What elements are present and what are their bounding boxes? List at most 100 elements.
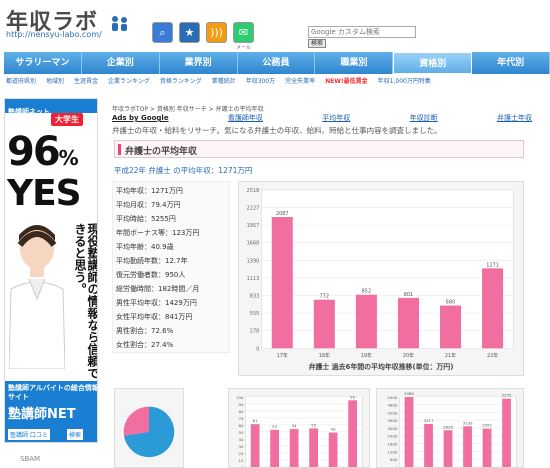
data-label: 49 [331, 427, 336, 432]
stat-row: 平均年収：1271万円 [116, 187, 183, 195]
y-tick-label: 3600 [387, 418, 397, 423]
nav-item[interactable]: サラリーマン [4, 52, 82, 74]
bar [271, 217, 293, 349]
salary-highlight: 平成22年 弁護士 の平均年収：1271万円 [114, 166, 253, 175]
sbam-label: SBAM [20, 455, 41, 463]
subnav-item[interactable]: 生涯賃金 [74, 76, 98, 88]
nav-item[interactable]: 企業別 [82, 52, 160, 74]
stat-row: 女性割合：27.4% [116, 341, 174, 349]
stat-row: 平均月収：79.4万円 [116, 201, 181, 209]
stat-row: 復元労働者数：950人 [116, 271, 186, 279]
subnav-item[interactable]: 年収1,000万円特集 [378, 76, 431, 88]
stat-row: 男性平均年収：1429万円 [116, 299, 197, 307]
data-label: 61 [253, 418, 258, 423]
person-image [9, 225, 65, 369]
subnav-item[interactable]: 企業ランキング [108, 76, 150, 88]
plot-area [260, 189, 514, 349]
nav-item[interactable]: 職業別 [315, 52, 394, 74]
y-tick-label: 20 [238, 451, 243, 456]
age-chart: 10090807060504030201006153 54 554995 [228, 388, 370, 468]
intro-text: 弁護士の年収・給料をリサーチ。気になる弁護士の年収、給料、時給と仕事内容を調査し… [112, 126, 442, 135]
x-tick-label: 18年 [319, 352, 330, 359]
subnav-item[interactable]: 完全失業率 [285, 76, 315, 88]
stat-row: 男性割合：72.6% [116, 327, 174, 335]
ad-search-button[interactable]: 検索 [67, 429, 84, 440]
bar [424, 423, 433, 467]
site-header: 年収ラボ http://nensyu-labo.com/ ⌕ ★))) ✉ メール G… [0, 0, 550, 51]
site-url[interactable]: http://nensyu-labo.com/ [6, 30, 102, 39]
mascot-icon [112, 16, 127, 31]
ad-search-field[interactable]: 塾講師 口コミ [8, 429, 50, 440]
subnav-item[interactable]: 都道府県別 [6, 76, 36, 88]
tab-link[interactable]: 年収診断 [410, 112, 438, 124]
header-icons: ⌕ ★))) ✉ メール [152, 22, 254, 51]
y-tick-label: 10 [238, 458, 243, 463]
ads-by-google-link[interactable]: Ads by Google [112, 112, 169, 124]
y-tick-label: 70 [238, 416, 243, 421]
tab-link[interactable]: 平均年収 [322, 112, 350, 124]
y-tick-label: 278 [250, 329, 259, 335]
y-tick-label: 2227 [247, 205, 260, 211]
search-button[interactable]: 検索 [308, 39, 326, 48]
bar [463, 426, 472, 467]
section-title-text: 弁護士の平均年収 [125, 147, 198, 157]
salary-trend-chart: 2518 2227 1957 1668 1390 1113 833 555 278 0 2087 17… [238, 181, 524, 376]
bar [443, 430, 453, 467]
subnav-item[interactable]: NEW!最低賃金 [325, 76, 367, 88]
ad-vertical-text: 現役塾講師の情報なら信頼できると思う。 [73, 223, 98, 379]
ad-banner[interactable]: 塾講師ネット 大学生 96% YES 現役塾講師の情報なら信頼できると思う。 塾… [4, 98, 98, 443]
y-tick-label: 40 [238, 437, 243, 442]
link-tabs: Ads by Google 看護師年収 平均年収 年収診断 弁護士年収 [112, 112, 532, 124]
nav-item[interactable]: 公務員 [238, 52, 316, 74]
data-label: 5255 [502, 393, 512, 398]
bookmark-icon[interactable]: ★ [179, 22, 200, 43]
ad-badge: 大学生 [51, 113, 83, 126]
gender-pie-chart [114, 388, 184, 468]
y-tick-label: 1800 [387, 442, 397, 447]
main-nav: サラリーマン 企業別 業界別 公務員 職業別 資格別 年代別 [4, 52, 550, 74]
ad-top-bar: 塾講師ネット [5, 99, 97, 116]
subnav-item[interactable]: 年収300万 [246, 76, 275, 88]
data-label: 801 [404, 292, 413, 298]
x-tick-label: 19年 [361, 352, 372, 359]
tab-link[interactable]: 弁護士年収 [497, 112, 532, 124]
y-tick-label: 0 [256, 346, 259, 352]
ad-bottom: 塾講師アルバイトの総合情報サイト 塾講師NET 塾講師 口コミ 検索 [5, 381, 98, 442]
data-label: 3130 [463, 420, 473, 425]
mail-icon[interactable]: ✉ メール [233, 22, 254, 51]
bar [404, 397, 414, 467]
subnav-item[interactable]: 業種統計 [212, 76, 236, 88]
nav-item[interactable]: 業界別 [160, 52, 238, 74]
y-tick-label: 600 [390, 457, 398, 462]
section-title: 弁護士の平均年収 [114, 140, 524, 158]
bar [397, 297, 419, 349]
data-label: 852 [362, 289, 371, 295]
nav-item[interactable]: 年代別 [472, 52, 550, 74]
y-tick-label: 833 [250, 293, 259, 299]
y-tick-label: 50 [238, 430, 243, 435]
data-label: 772 [320, 294, 329, 300]
y-tick-label: 5400 [387, 395, 397, 400]
search-input[interactable]: Google カスタム検索 [308, 26, 416, 38]
bar [313, 299, 335, 349]
subnav-item[interactable]: 地域別 [46, 76, 64, 88]
y-tick-label: 80 [238, 409, 243, 414]
bar [309, 428, 319, 467]
ad-bottom-text: 塾講師アルバイトの総合情報サイト [8, 384, 98, 401]
data-label: 680 [446, 300, 455, 306]
bar [289, 429, 299, 467]
stat-row: 年間ボーナス等：123万円 [116, 229, 200, 237]
y-tick-label: 90 [238, 402, 243, 407]
rss-icon[interactable]: ))) [206, 22, 227, 43]
subnav-item[interactable]: 資格ランキング [160, 76, 202, 88]
x-tick-label: 22年 [487, 352, 498, 359]
data-label: 5380 [404, 391, 414, 396]
plot-area [399, 396, 517, 467]
nav-item[interactable]: 資格別 [393, 52, 473, 74]
tab-link[interactable]: 看護師年収 [228, 112, 263, 124]
bookmark-icon-glyph: ★ [184, 26, 195, 39]
y-tick-label: 4200 [387, 410, 397, 415]
search-icon[interactable]: ⌕ [152, 22, 173, 43]
bar [482, 268, 504, 349]
ad-percent: 96% [7, 129, 79, 175]
